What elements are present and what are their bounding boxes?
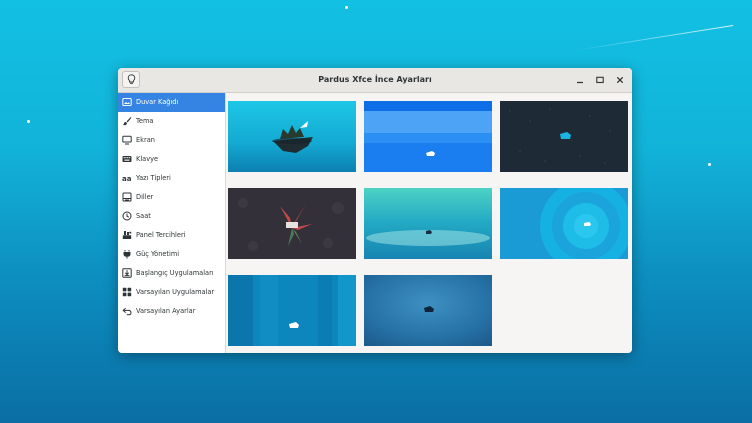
panel-icon (122, 231, 132, 239)
font-icon: aa (122, 175, 132, 183)
maximize-icon (596, 76, 604, 84)
close-button[interactable] (614, 74, 626, 86)
wallpaper-icon (122, 98, 132, 106)
sidebar-item-label: Ekran (136, 136, 155, 144)
sidebar-item-label: Varsayılan Ayarlar (136, 307, 196, 315)
wallpaper-thumb-blue-bands[interactable] (364, 101, 492, 172)
sidebar-item-label: Saat (136, 212, 151, 220)
sidebar-item-label: Panel Tercihleri (136, 231, 186, 239)
wallpaper-thumb-dark-floral[interactable] (228, 188, 356, 259)
minimize-icon (577, 81, 583, 84)
star (345, 6, 348, 9)
wallpaper-thumb-blue-pillars[interactable] (228, 275, 356, 346)
sidebar-item-power[interactable]: Güç Yönetimi (118, 245, 225, 264)
wallpaper-thumb-deep-blue-gradient[interactable] (364, 275, 492, 346)
wallpaper-thumb-floating-island[interactable] (228, 101, 356, 172)
keyboard-icon (122, 156, 132, 162)
sidebar-item-default-settings[interactable]: Varsayılan Ayarlar (118, 302, 225, 321)
theme-brush-icon (122, 117, 132, 126)
sidebar-item-languages[interactable]: Diller (118, 188, 225, 207)
sidebar-item-label: Başlangıç Uygulamaları (136, 269, 214, 277)
sidebar-item-label: Güç Yönetimi (136, 250, 180, 258)
svg-text:aa: aa (122, 175, 132, 183)
sidebar-item-clock[interactable]: Saat (118, 207, 225, 226)
clock-icon (122, 211, 132, 221)
wallpaper-thumb-dark-pattern[interactable] (500, 101, 628, 172)
power-icon (123, 250, 131, 259)
sidebar-item-label: Tema (136, 117, 154, 125)
sidebar-item-fonts[interactable]: aa Yazı Tipleri (118, 169, 225, 188)
sidebar-item-keyboard[interactable]: Klavye (118, 150, 225, 169)
wallpaper-grid (226, 93, 632, 353)
sidebar-item-label: Duvar Kağıdı (136, 98, 179, 106)
minimize-button[interactable] (574, 74, 586, 86)
settings-window: Pardus Xfce İnce Ayarları Duvar Kağıdı T… (118, 68, 632, 353)
sidebar-item-startup-apps[interactable]: Başlangıç Uygulamaları (118, 264, 225, 283)
star (708, 163, 711, 166)
sidebar-item-label: Klavye (136, 155, 159, 163)
monitor-icon (122, 135, 132, 145)
star (27, 120, 30, 123)
sidebar-item-default-apps[interactable]: Varsayılan Uygulamalar (118, 283, 225, 302)
shooting-star (574, 24, 734, 51)
wallpaper-thumb-blue-swirl[interactable] (500, 188, 628, 259)
sidebar-item-panel[interactable]: Panel Tercihleri (118, 226, 225, 245)
sidebar: Duvar Kağıdı Tema Ekran Klavye aa Yazı T… (118, 93, 226, 353)
close-icon (616, 76, 624, 84)
wallpaper-thumb-teal-landscape[interactable] (364, 188, 492, 259)
reset-icon (122, 307, 132, 316)
maximize-button[interactable] (594, 74, 606, 86)
language-icon (122, 192, 132, 202)
title-bar: Pardus Xfce İnce Ayarları (118, 68, 632, 93)
sidebar-item-theme[interactable]: Tema (118, 112, 225, 131)
sidebar-item-label: Diller (136, 193, 154, 201)
sidebar-item-display[interactable]: Ekran (118, 131, 225, 150)
sidebar-item-wallpaper[interactable]: Duvar Kağıdı (118, 93, 225, 112)
sidebar-item-label: Varsayılan Uygulamalar (136, 288, 215, 296)
apps-grid-icon (122, 287, 132, 297)
sidebar-item-label: Yazı Tipleri (136, 174, 171, 182)
startup-icon (122, 268, 132, 278)
window-title: Pardus Xfce İnce Ayarları (318, 75, 432, 84)
